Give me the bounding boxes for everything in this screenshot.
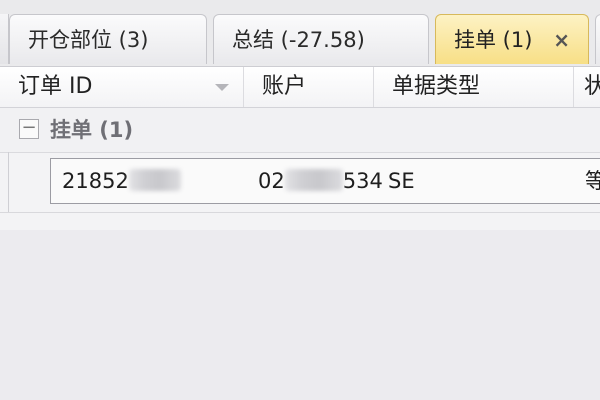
table-row[interactable]: 21852 02 534 SE 等 [50,158,600,204]
column-header-order-id-label: 订单 ID [18,74,93,99]
close-icon[interactable]: × [553,15,570,65]
collapse-icon[interactable]: − [19,119,39,139]
group-label: 挂单 (1) [50,118,134,142]
account-suffix: 534 [342,169,383,193]
tab-open-positions[interactable]: 开仓部位 (3) [9,14,207,64]
tab-summary-label: 总结 (-27.58) [232,28,365,52]
group-indent-rail [8,152,9,212]
column-header-doc-type-label: 单据类型 [392,74,481,99]
column-header-status[interactable]: 状 [574,67,600,107]
column-header-doc-type[interactable]: 单据类型 [374,67,574,107]
redacted-account-digits [284,169,343,191]
tab-pending-orders-label: 挂单 (1) [454,28,533,52]
cell-order-id: 21852 [62,159,181,203]
cell-doc-type: SE [388,169,415,193]
tab-open-positions-label: 开仓部位 (3) [28,28,149,52]
column-header-row: 订单 ID 账户 单据类型 状 [0,67,600,108]
group-row-pending[interactable]: − 挂单 (1) [0,108,600,153]
redacted-order-digits [128,169,181,191]
account-prefix: 02 [258,169,285,193]
column-header-status-label: 状 [584,74,600,99]
pending-orders-window: 开仓部位 (3) 总结 (-27.58) 挂单 (1) × 订单 ID 账户 单… [0,0,600,230]
tab-pending-orders[interactable]: 挂单 (1) × [435,14,589,64]
tab-overflow[interactable] [595,14,600,64]
order-id-prefix: 21852 [62,169,129,193]
grid-bottom-divider [0,212,600,213]
tab-strip: 开仓部位 (3) 总结 (-27.58) 挂单 (1) × [0,0,600,67]
column-header-account[interactable]: 账户 [244,67,374,107]
column-header-order-id[interactable]: 订单 ID [0,67,244,107]
cell-account: 02 534 [258,159,383,203]
tab-summary[interactable]: 总结 (-27.58) [213,14,429,64]
sort-arrow-icon[interactable] [215,84,229,91]
column-header-account-label: 账户 [262,74,307,99]
cell-status: 等 [585,169,600,193]
tab-strip-left-edge [0,14,9,64]
